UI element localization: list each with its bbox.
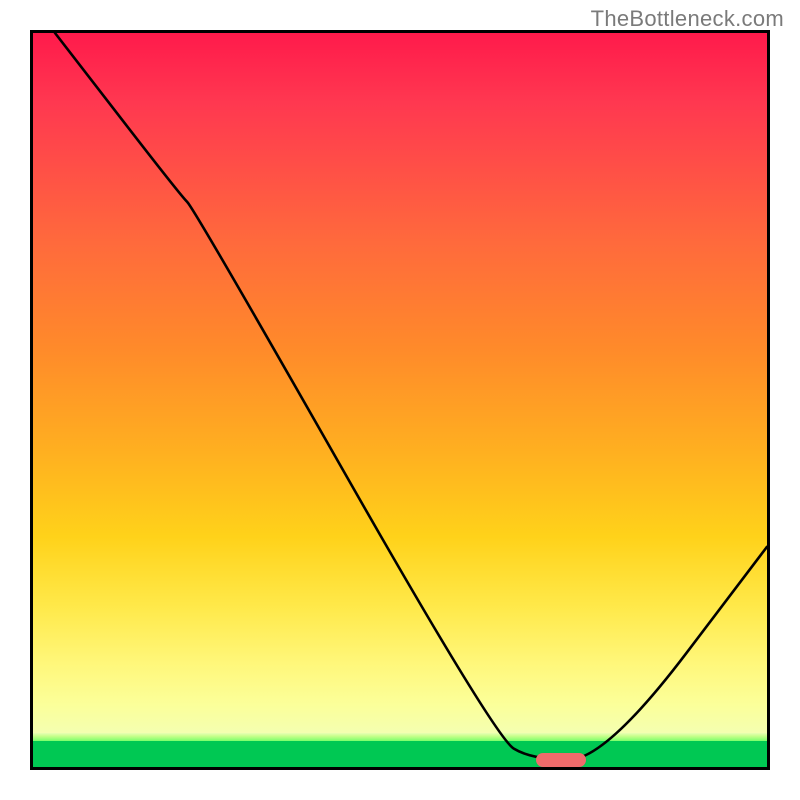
plot-area xyxy=(30,30,770,770)
bottleneck-marker xyxy=(536,753,586,767)
curve-path xyxy=(55,33,767,760)
watermark-text: TheBottleneck.com xyxy=(591,6,784,32)
chart-stage: TheBottleneck.com xyxy=(0,0,800,800)
curve-svg xyxy=(33,33,767,767)
